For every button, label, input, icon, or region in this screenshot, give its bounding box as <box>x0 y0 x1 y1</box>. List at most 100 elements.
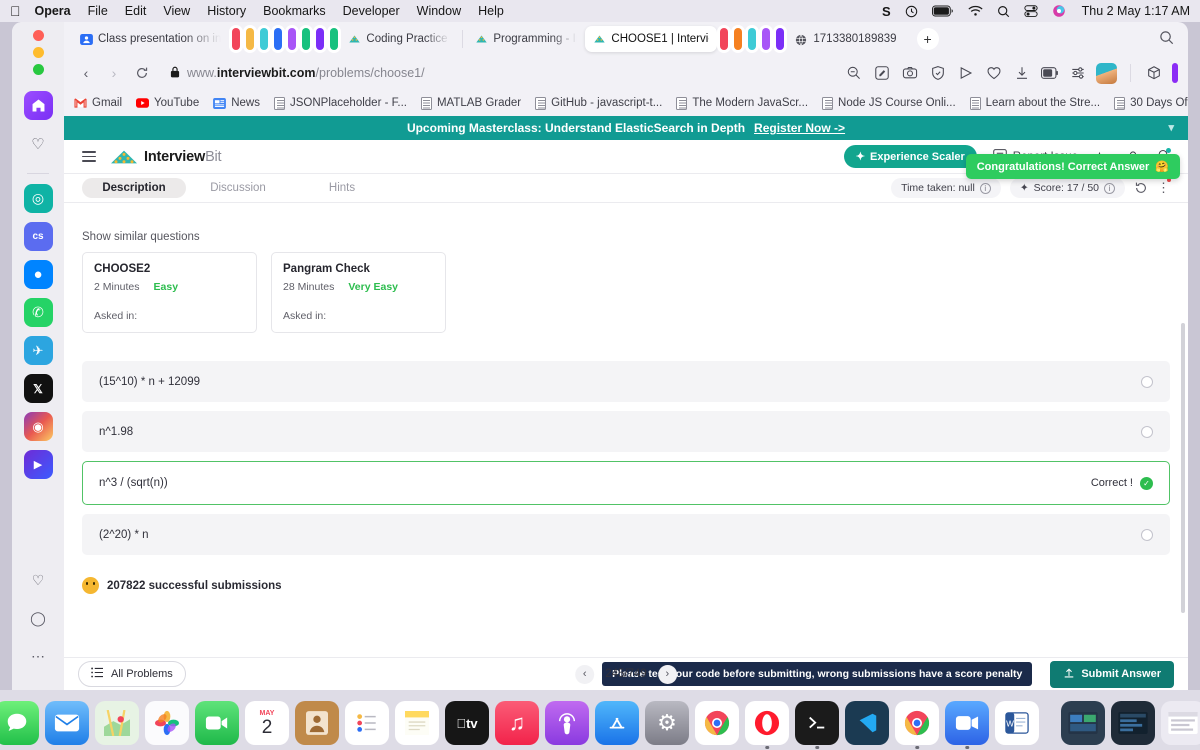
sidebar-item-cs-panel[interactable]: cs <box>23 222 53 251</box>
dock-item-contacts[interactable] <box>295 701 339 745</box>
workspace-icon[interactable] <box>1144 64 1163 83</box>
tab-pill-11[interactable] <box>748 28 757 50</box>
all-problems-button[interactable]: All Problems <box>78 661 186 687</box>
sidebar-item-instagram[interactable]: ◉ <box>23 412 53 441</box>
tab-coding-practice[interactable]: Coding Practice | Coding <box>340 26 458 52</box>
info-icon[interactable]: i <box>979 182 991 194</box>
sidebar-item-whatsapp[interactable]: ✆ <box>23 298 53 327</box>
shield-icon[interactable] <box>928 64 947 83</box>
address-bar-input[interactable]: www.interviewbit.com/problems/choose1/ <box>158 60 840 86</box>
zoom-out-icon[interactable] <box>844 64 863 83</box>
sidebar-item-music-player[interactable]: ▶ <box>23 450 53 479</box>
forward-button[interactable]: › <box>102 61 126 85</box>
tab-pill-7[interactable] <box>316 28 325 50</box>
chevron-down-icon[interactable]: ▾ <box>1168 121 1174 134</box>
menu-help[interactable]: Help <box>478 4 504 18</box>
sidebar-item-pinned-hearts[interactable]: ♡ <box>24 566 53 595</box>
tab-pill-9[interactable] <box>720 28 729 50</box>
dock-item-photos[interactable] <box>145 701 189 745</box>
camera-icon[interactable] <box>900 64 919 83</box>
tab-choose1-interviewbit[interactable]: CHOOSE1 | Interviewbit <box>585 26 718 52</box>
tab-class-presentation[interactable]: Class presentation on in <box>72 26 229 52</box>
profile-avatar[interactable] <box>1096 62 1117 84</box>
tab-programming-interviewbit[interactable]: Programming - Interview <box>467 26 585 52</box>
interviewbit-logo[interactable]: InterviewBit <box>109 149 222 165</box>
menu-developer[interactable]: Developer <box>343 4 400 18</box>
menu-view[interactable]: View <box>163 4 190 18</box>
dock-item-terminal[interactable] <box>795 701 839 749</box>
battery-saver-icon[interactable] <box>1040 64 1059 83</box>
dock-item-opera[interactable] <box>745 701 789 749</box>
bookmark-news[interactable]: News <box>213 97 260 110</box>
tab-search-icon[interactable] <box>1159 30 1174 48</box>
easy-setup-icon[interactable] <box>1068 64 1087 83</box>
dock-item-facetime[interactable] <box>195 701 239 745</box>
dock-window-1[interactable] <box>1061 701 1105 745</box>
next-problem-button[interactable]: › <box>657 664 677 684</box>
dock-item-mail[interactable] <box>45 701 89 745</box>
menu-opera[interactable]: Opera <box>35 4 71 18</box>
tab-pill-2[interactable] <box>246 28 255 50</box>
answer-option[interactable]: (2^20) * n <box>82 514 1170 555</box>
option-radio[interactable] <box>1141 528 1153 541</box>
siri-icon[interactable] <box>1052 4 1066 18</box>
submit-answer-button[interactable]: Submit Answer <box>1050 660 1174 688</box>
maximize-window-button[interactable] <box>32 64 44 75</box>
menu-bar-clock[interactable]: Thu 2 May 1:17 AM <box>1082 4 1190 18</box>
show-similar-questions-link[interactable]: Show similar questions <box>82 231 1170 243</box>
sidebar-item-history[interactable]: ◯ <box>24 604 53 633</box>
tab-pill-12[interactable] <box>762 28 771 50</box>
tab-pill-5[interactable] <box>288 28 297 50</box>
sidebar-item-favorites[interactable]: ♡ <box>24 129 53 158</box>
sidebar-item-opera-home[interactable] <box>23 91 53 120</box>
dock-item-podcasts[interactable] <box>545 701 589 745</box>
menu-window[interactable]: Window <box>417 4 461 18</box>
similar-question-card[interactable]: Pangram Check 28 Minutes Very Easy Asked… <box>271 252 446 333</box>
dropbox-icon[interactable]: S <box>882 4 891 19</box>
apple-menu-icon[interactable]:  <box>10 4 21 18</box>
dock-item-vscode[interactable] <box>845 701 889 745</box>
clock-icon[interactable] <box>905 5 918 18</box>
wifi-icon[interactable] <box>968 5 983 17</box>
sidebar-item-more[interactable]: ⋯ <box>24 642 53 671</box>
tab-description[interactable]: Description <box>82 178 186 198</box>
register-now-link[interactable]: Register Now -> <box>754 121 845 135</box>
dock-item-word[interactable]: W <box>995 701 1039 745</box>
tab-discussion[interactable]: Discussion <box>186 178 290 198</box>
back-button[interactable]: ‹ <box>74 61 98 85</box>
dock-item-notes[interactable] <box>395 701 439 745</box>
sidebar-item-chatgpt[interactable]: ◎ <box>23 184 53 213</box>
bookmark-matlab-grader[interactable]: MATLAB Grader <box>420 96 521 110</box>
tab-hints[interactable]: Hints <box>290 178 394 198</box>
dock-window-3[interactable] <box>1161 701 1200 745</box>
bookmark-learn-streams[interactable]: Learn about the Stre... <box>969 96 1100 110</box>
experience-scaler-button[interactable]: ✦ Experience Scaler <box>843 145 977 168</box>
sidebar-item-x-twitter[interactable]: 𝕏 <box>23 374 53 403</box>
download-icon[interactable] <box>1012 64 1031 83</box>
tab-pill-3[interactable] <box>260 28 269 50</box>
control-center-icon[interactable] <box>1024 4 1038 18</box>
battery-icon[interactable] <box>931 5 954 17</box>
tab-pill-10[interactable] <box>734 28 743 50</box>
tab-pill-13[interactable] <box>776 28 785 50</box>
heart-icon[interactable] <box>984 64 1003 83</box>
dock-item-messages[interactable] <box>0 701 39 745</box>
bookmark-jsonplaceholder[interactable]: JSONPlaceholder - F... <box>274 96 407 110</box>
dock-item-reminders[interactable] <box>345 701 389 745</box>
page-scrollbar[interactable] <box>1181 323 1185 613</box>
bookmark-modern-javascript[interactable]: The Modern JavaScr... <box>676 96 808 110</box>
close-window-button[interactable] <box>32 30 44 41</box>
new-tab-button[interactable]: + <box>916 28 939 50</box>
tab-pill-4[interactable] <box>274 28 283 50</box>
dock-item-zoom[interactable] <box>945 701 989 749</box>
sidebar-item-messenger[interactable]: ● <box>23 260 53 289</box>
more-options-icon[interactable]: ⋮ <box>1157 178 1171 196</box>
dock-item-maps[interactable] <box>95 701 139 745</box>
option-radio[interactable] <box>1141 375 1153 388</box>
search-icon[interactable] <box>997 5 1010 18</box>
dock-window-2[interactable] <box>1111 701 1155 745</box>
option-radio[interactable] <box>1141 425 1153 438</box>
dock-item-calendar[interactable]: MAY 2 <box>245 701 289 745</box>
info-icon[interactable]: i <box>1104 182 1115 194</box>
bookmark-youtube[interactable]: YouTube <box>136 97 199 110</box>
